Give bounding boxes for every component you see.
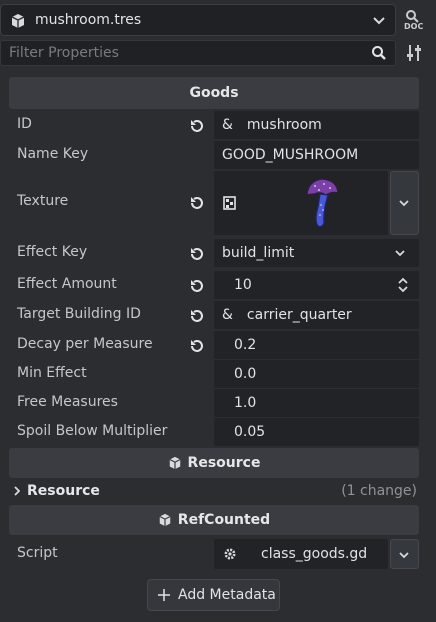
property-label-effect-key: Effect Key	[17, 244, 88, 260]
resource-name: mushroom.tres	[35, 12, 142, 28]
documentation-button[interactable]: DOC	[402, 8, 432, 34]
chevron-right-icon	[12, 485, 22, 501]
texture-field[interactable]	[214, 171, 388, 235]
target-building-id-field[interactable]: & carrier_quarter	[214, 301, 419, 329]
effect-key-dropdown[interactable]: build_limit	[214, 239, 419, 267]
revert-icon[interactable]	[188, 245, 206, 267]
add-metadata-button[interactable]: Add Metadata	[147, 579, 280, 611]
search-icon	[371, 45, 387, 65]
section-goods[interactable]: Goods	[9, 77, 419, 109]
chevron-down-icon	[393, 246, 407, 264]
revert-icon[interactable]	[188, 117, 206, 139]
filter-properties-field[interactable]	[0, 40, 396, 66]
texture-resource-icon	[222, 195, 238, 215]
property-label-decay-per-measure: Decay per Measure	[17, 336, 153, 352]
resource-cube-icon	[10, 13, 26, 33]
section-refcounted-title: RefCounted	[177, 512, 271, 528]
revert-icon[interactable]	[188, 277, 206, 299]
min-effect-value: 0.0	[234, 366, 257, 382]
effect-key-value: build_limit	[222, 245, 295, 261]
resource-group-toggle[interactable]: Resource (1 change)	[9, 481, 419, 503]
property-label-spoil-below-multiplier: Spoil Below Multiplier	[17, 423, 168, 439]
chevron-down-icon	[397, 548, 411, 566]
resource-selector[interactable]: mushroom.tres	[0, 4, 396, 36]
doc-label: DOC	[404, 22, 424, 31]
decay-per-measure-value: 0.2	[234, 337, 257, 353]
section-refcounted[interactable]: RefCounted	[9, 505, 419, 535]
id-value: mushroom	[246, 117, 322, 133]
spoil-below-multiplier-field[interactable]: 0.05	[214, 418, 419, 446]
section-goods-title: Goods	[189, 85, 239, 101]
spoil-below-multiplier-value: 0.05	[234, 424, 266, 440]
min-effect-field[interactable]: 0.0	[214, 360, 419, 388]
revert-icon[interactable]	[188, 337, 206, 359]
resource-cube-icon	[168, 456, 182, 470]
script-value: class_goods.gd	[261, 546, 368, 562]
plus-icon	[157, 588, 171, 602]
property-tools-button[interactable]	[402, 42, 432, 66]
name-key-field[interactable]: GOOD_MUSHROOM	[214, 141, 419, 169]
decay-per-measure-field[interactable]: 0.2	[214, 331, 419, 359]
revert-icon[interactable]	[188, 307, 206, 329]
property-label-free-measures: Free Measures	[17, 394, 118, 410]
settings-sliders-icon	[402, 45, 428, 68]
resource-group-label: Resource	[27, 483, 100, 499]
target-building-id-value: carrier_quarter	[246, 307, 352, 323]
property-label-target-building-id: Target Building ID	[17, 306, 141, 322]
script-options-button[interactable]	[390, 539, 419, 569]
mushroom-texture-preview	[304, 177, 340, 233]
stringname-prefix: &	[222, 307, 233, 323]
property-label-texture: Texture	[17, 193, 69, 209]
add-metadata-label: Add Metadata	[178, 587, 276, 603]
resource-cube-icon	[158, 513, 172, 527]
property-label-name-key: Name Key	[17, 146, 89, 162]
revert-icon[interactable]	[188, 194, 206, 216]
free-measures-value: 1.0	[234, 395, 257, 411]
property-label-min-effect: Min Effect	[17, 365, 87, 381]
section-resource[interactable]: Resource	[9, 448, 419, 478]
effect-amount-spinbox[interactable]: 10	[214, 271, 419, 299]
script-field[interactable]: class_goods.gd	[214, 539, 388, 569]
resource-group-changes: (1 change)	[341, 483, 417, 499]
stringname-prefix: &	[222, 117, 233, 133]
property-label-id: ID	[17, 116, 32, 132]
effect-amount-value: 10	[234, 277, 252, 293]
free-measures-field[interactable]: 1.0	[214, 389, 419, 417]
gear-icon	[222, 546, 238, 566]
chevron-down-icon	[397, 196, 411, 214]
name-key-value: GOOD_MUSHROOM	[222, 147, 359, 163]
filter-properties-input[interactable]	[1, 41, 359, 65]
section-resource-title: Resource	[187, 455, 261, 471]
chevron-down-icon	[371, 12, 387, 32]
texture-options-button[interactable]	[390, 171, 419, 235]
property-label-script: Script	[17, 545, 58, 561]
spin-updown-icon[interactable]	[397, 276, 409, 298]
id-field[interactable]: & mushroom	[214, 111, 419, 139]
property-label-effect-amount: Effect Amount	[17, 276, 117, 292]
